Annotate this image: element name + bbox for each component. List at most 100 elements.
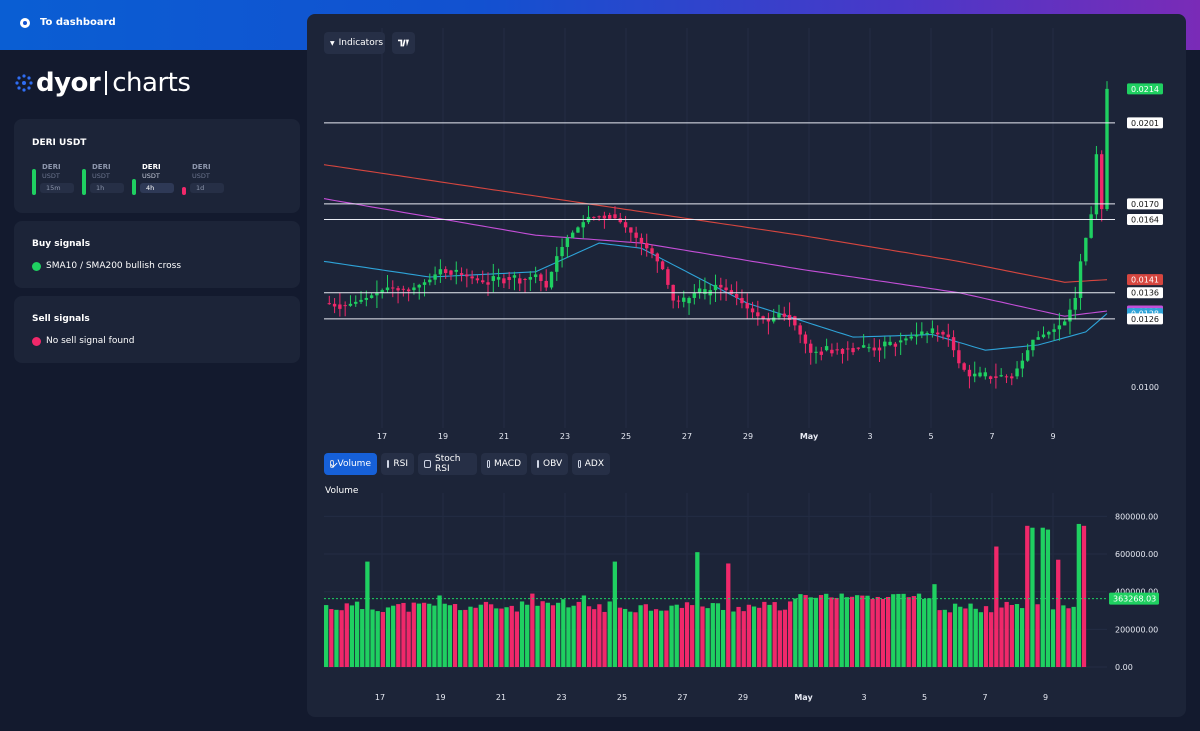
volume-bar [1004,601,1009,667]
x-tick-label: 27 [682,432,692,441]
candle-body [618,218,622,223]
candle-body [465,274,469,277]
timeframe-symbol: DERI [42,163,61,171]
candle-body [856,347,861,349]
tradingview-button[interactable] [392,32,415,54]
candle-body [496,277,501,280]
volume-bar [499,608,504,667]
volume-bar [1081,525,1087,667]
timeframe-15m[interactable]: DERI USDT 15m [32,163,74,195]
volume-bar [447,605,453,667]
volume-bar [911,596,917,667]
timeframe-1d[interactable]: DERI USDT 1d [182,163,224,195]
timeframe-symbol: DERI [142,163,161,171]
pair-card: DERI USDT DERI USDT 15m DERI USDT 1h DER… [14,119,300,213]
volume-bar [927,598,932,667]
to-dashboard-label: To dashboard [40,17,116,28]
candle-body [1062,321,1067,326]
candle-body [713,284,718,291]
volume-bar [968,603,973,667]
toggle-adx[interactable]: ADX [572,453,610,475]
candle-body [851,348,855,353]
volume-bar [1009,604,1014,667]
timeframe-interval: 1h [90,183,124,193]
candle-body [830,349,834,354]
volume-bars [324,523,1087,667]
volume-bar [767,604,772,667]
volume-bar [1040,527,1045,667]
price-x-axis: 17 19 21 23 25 27 29 May 3 5 7 9 [377,432,1056,441]
candle-body [1068,309,1072,322]
volume-bar [463,609,468,667]
price-tag: 0.0164 [1131,216,1159,225]
candle-body [824,346,829,351]
volume-bar [855,595,860,667]
candle-body [734,294,739,298]
candle-body [634,232,638,238]
volume-bar [1071,606,1076,667]
candle-body [539,274,543,281]
chart-panel: 0.0214 0.0201 0.0170 0.0164 0.0141 0.0136 0.01… [307,14,1186,717]
price-tag: 0.0126 [1131,315,1159,324]
candle-body [364,297,369,300]
volume-bar [834,597,839,667]
volume-bar [736,606,741,667]
volume-bar [535,605,540,667]
candle-body [454,269,458,272]
timeframe-1h[interactable]: DERI USDT 1h [82,163,124,195]
x-tick-label: 17 [377,432,387,441]
volume-bar [468,606,473,667]
candle-body [809,343,813,353]
volume-bar [354,601,360,667]
indicators-button[interactable]: ▼ Indicators [324,32,385,54]
candle-body [666,269,670,285]
sell-signals-card: Sell signals No sell signal found [14,296,300,363]
volume-bar [380,611,385,667]
candle-body [459,273,464,275]
candle-body [1084,237,1088,262]
dyor-charts-logo[interactable]: dyor charts [14,68,191,98]
toggle-stoch-rsi[interactable]: Stoch RSI [418,453,477,475]
candle-body [1105,88,1109,210]
volume-bar [545,602,550,667]
volume-chart[interactable]: 0.00200000.00400000.00600000.00800000.00… [307,487,1186,717]
x-tick-label: 25 [621,432,631,441]
candle-body [491,276,495,281]
volume-bar [746,604,752,667]
toggle-macd[interactable]: MACD [481,453,527,475]
checkbox-icon [487,460,491,468]
x-tick-label: May [800,432,819,441]
candle-body [777,313,781,318]
volume-bar [483,601,489,667]
timeframe-4h[interactable]: DERI USDT 4h [132,163,174,195]
candle-body [576,227,580,233]
toggle-obv[interactable]: OBV [531,453,568,475]
x-tick-label: 7 [982,693,987,702]
candle-body [703,289,707,295]
volume-bar [566,607,571,667]
volume-bar [803,595,808,667]
volume-bar [628,611,633,667]
price-chart[interactable]: 0.0214 0.0201 0.0170 0.0164 0.0141 0.0136 0.01… [307,14,1186,454]
toggle-rsi[interactable]: RSI [381,453,414,475]
candle-body [941,331,945,335]
volume-bar [664,610,669,667]
candle-body [406,289,411,292]
volume-bar [561,599,566,667]
volume-bar [844,597,849,667]
candle-body [369,295,374,298]
to-dashboard-link[interactable]: To dashboard [20,17,116,28]
x-tick-label: 27 [677,693,687,702]
indicators-label: Indicators [338,38,384,48]
price-tag: 0.0214 [1131,85,1159,94]
x-tick-label: 9 [1043,693,1048,702]
volume-bar [504,607,509,667]
candle-body [999,375,1003,377]
volume-bar [1030,527,1035,667]
x-tick-label: 21 [496,693,506,702]
x-tick-label: 5 [922,693,927,702]
candle-body [1020,360,1025,369]
toggle-volume[interactable]: Volume [324,453,377,475]
candle-body [401,288,406,290]
volume-bar [772,602,777,667]
